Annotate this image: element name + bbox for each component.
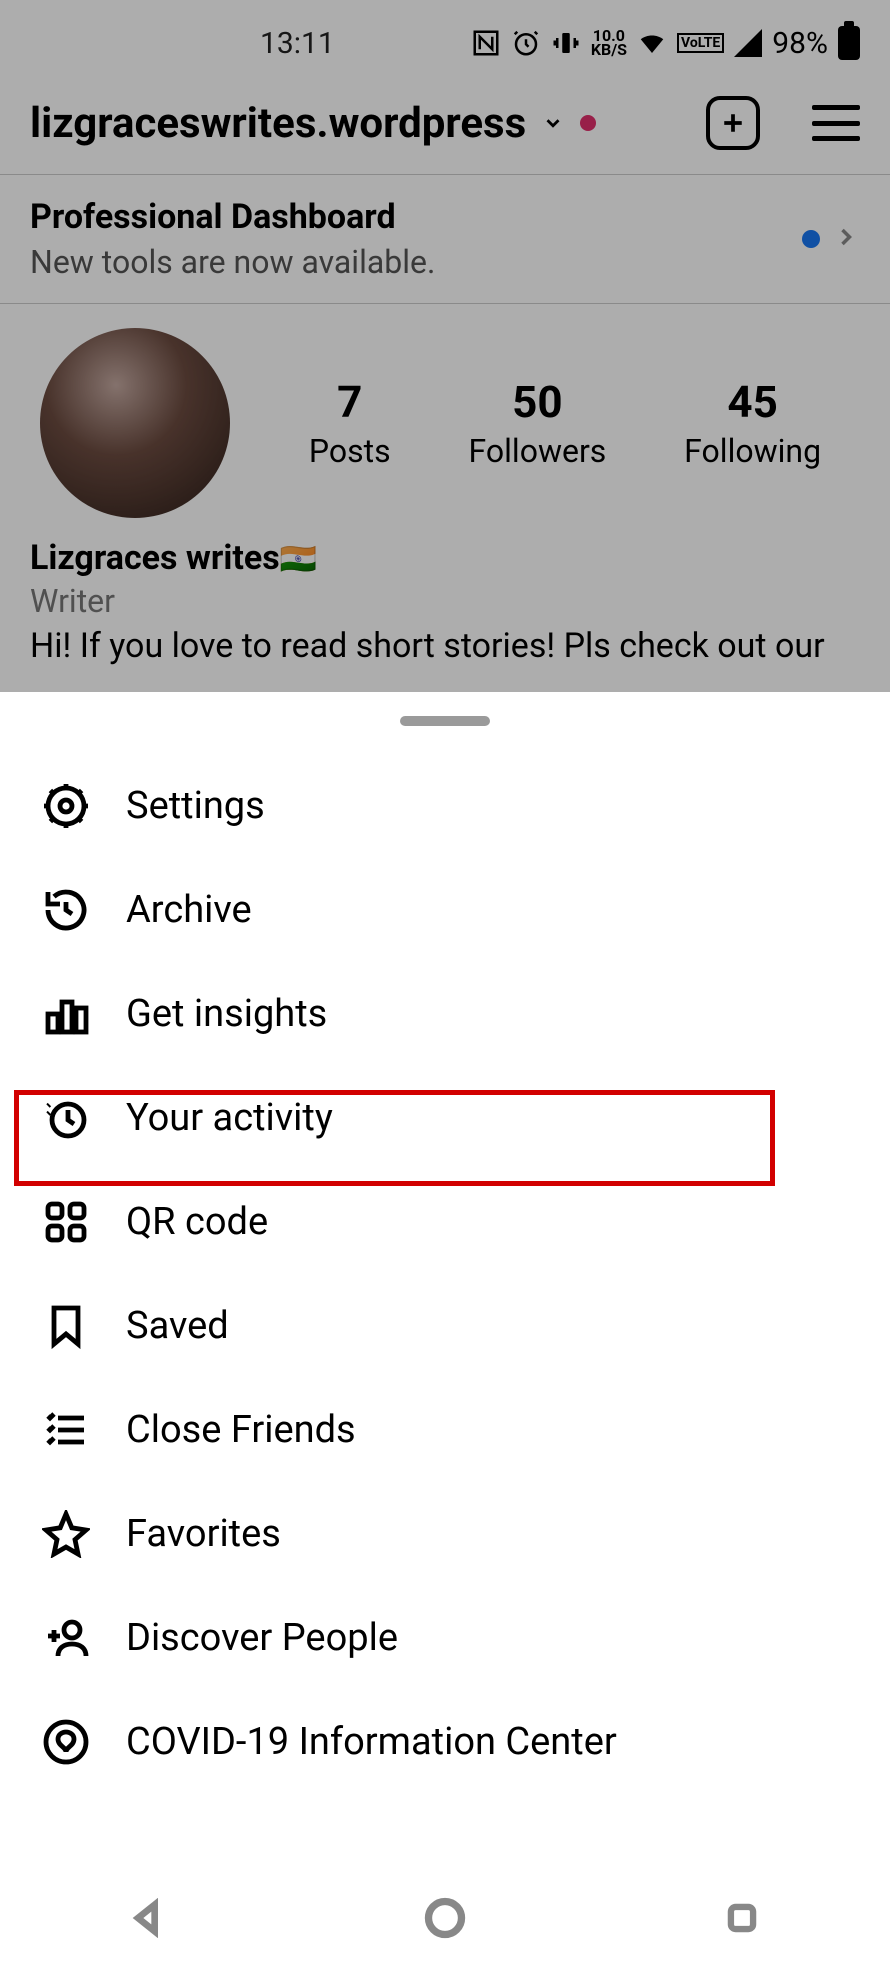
followers-count: 50: [469, 376, 607, 428]
saved-icon: [40, 1300, 92, 1352]
stat-following[interactable]: 45 Following: [684, 376, 821, 470]
menu-close-friends-label: Close Friends: [126, 1408, 356, 1452]
drag-handle[interactable]: [400, 716, 490, 726]
battery-pct: 98%: [772, 26, 828, 61]
settings-icon: [40, 780, 92, 832]
menu-settings[interactable]: Settings: [0, 754, 890, 858]
system-nav-bar: [0, 1858, 890, 1978]
vibrate-icon: [551, 28, 581, 58]
alarm-icon: [511, 28, 541, 58]
favorites-icon: [40, 1508, 92, 1560]
following-count: 45: [684, 376, 821, 428]
data-rate-unit: KB/S: [591, 40, 627, 59]
avatar[interactable]: [40, 328, 230, 518]
nav-home-button[interactable]: [420, 1893, 470, 1943]
create-button[interactable]: [706, 96, 760, 150]
covid-icon: [40, 1716, 92, 1768]
flag-icon: 🇮🇳: [280, 542, 317, 577]
display-name: Lizgraces writes🇮🇳: [30, 538, 860, 578]
menu-discover-people[interactable]: Discover People: [0, 1586, 890, 1690]
profile-row: 7 Posts 50 Followers 45 Following: [0, 304, 890, 528]
menu-activity-label: Your activity: [126, 1096, 333, 1140]
menu-your-activity[interactable]: Your activity: [0, 1066, 890, 1170]
stat-followers[interactable]: 50 Followers: [469, 376, 607, 470]
nfc-icon: [471, 28, 501, 58]
menu-covid-label: COVID-19 Information Center: [126, 1720, 617, 1764]
signal-icon: [734, 29, 762, 57]
close-friends-icon: [40, 1404, 92, 1456]
stat-posts[interactable]: 7 Posts: [309, 376, 391, 470]
profile-header: lizgraceswrites.wordpress: [0, 80, 890, 174]
wifi-icon: [637, 28, 667, 58]
professional-dashboard[interactable]: Professional Dashboard New tools are now…: [0, 174, 890, 304]
following-label: Following: [684, 432, 821, 470]
menu-settings-label: Settings: [126, 784, 265, 828]
menu-qr-code[interactable]: QR code: [0, 1170, 890, 1274]
notification-dot: [580, 115, 596, 131]
status-bar: 13:11 10.0 KB/S VoLTE 98%: [0, 0, 890, 80]
menu-saved[interactable]: Saved: [0, 1274, 890, 1378]
menu-saved-label: Saved: [126, 1304, 229, 1348]
dashboard-subtitle: New tools are now available.: [30, 243, 790, 281]
archive-icon: [40, 884, 92, 936]
bottom-sheet: Settings Archive Get insights Your activ…: [0, 692, 890, 1978]
menu-covid-info[interactable]: COVID-19 Information Center: [0, 1690, 890, 1794]
menu-qr-label: QR code: [126, 1200, 268, 1244]
data-rate: 10.0 KB/S: [591, 29, 627, 57]
nav-back-button[interactable]: [123, 1893, 173, 1943]
username[interactable]: lizgraceswrites.wordpress: [30, 99, 526, 148]
menu-discover-label: Discover People: [126, 1616, 398, 1660]
display-name-text: Lizgraces writes: [30, 538, 280, 578]
nav-recent-button[interactable]: [717, 1893, 767, 1943]
menu-close-friends[interactable]: Close Friends: [0, 1378, 890, 1482]
battery-icon: [838, 26, 860, 60]
chevron-down-icon[interactable]: [542, 112, 564, 134]
menu-favorites-label: Favorites: [126, 1512, 281, 1556]
dashboard-dot: [802, 230, 820, 248]
followers-label: Followers: [469, 432, 607, 470]
stats: 7 Posts 50 Followers 45 Following: [270, 376, 860, 470]
menu-archive[interactable]: Archive: [0, 858, 890, 962]
menu-archive-label: Archive: [126, 888, 252, 932]
menu-insights-label: Get insights: [126, 992, 327, 1036]
menu-insights[interactable]: Get insights: [0, 962, 890, 1066]
chevron-right-icon: [832, 223, 860, 255]
activity-icon: [40, 1092, 92, 1144]
volte-icon: VoLTE: [677, 33, 724, 53]
posts-label: Posts: [309, 432, 391, 470]
menu-button[interactable]: [812, 105, 860, 141]
bio: Lizgraces writes🇮🇳 Writer Hi! If you lov…: [0, 528, 890, 676]
discover-icon: [40, 1612, 92, 1664]
status-time: 13:11: [260, 26, 335, 61]
insights-icon: [40, 988, 92, 1040]
category: Writer: [30, 582, 860, 620]
bio-text: Hi! If you love to read short stories! P…: [30, 626, 860, 666]
qr-icon: [40, 1196, 92, 1248]
posts-count: 7: [309, 376, 391, 428]
dashboard-title: Professional Dashboard: [30, 197, 790, 237]
menu-favorites[interactable]: Favorites: [0, 1482, 890, 1586]
